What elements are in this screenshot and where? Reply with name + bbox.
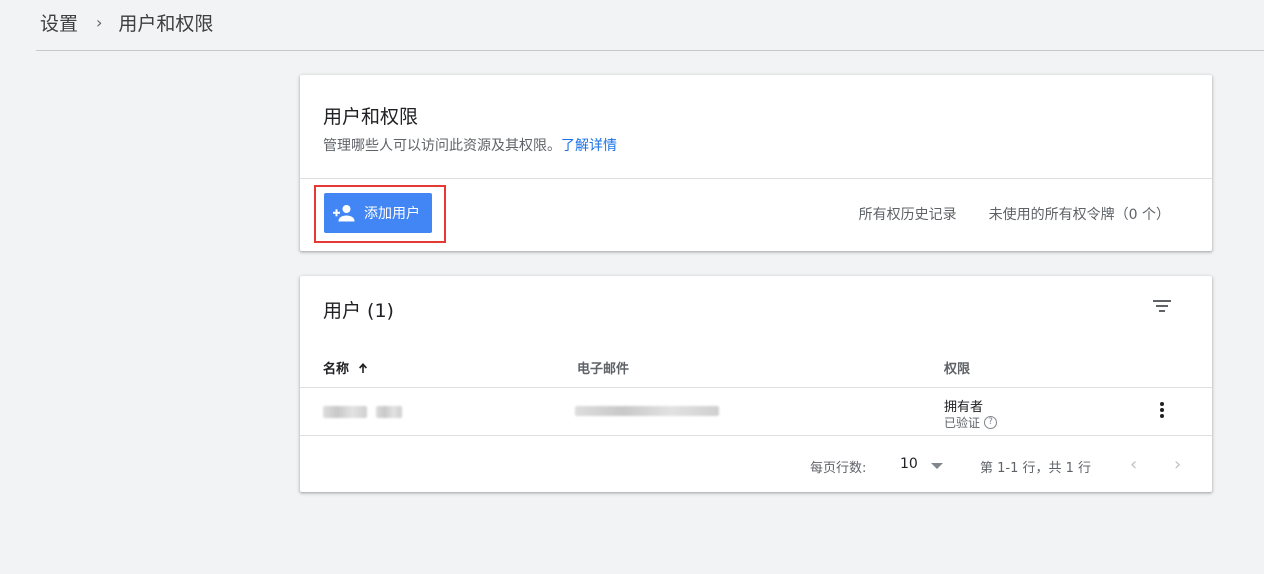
filter-icon[interactable] — [1150, 294, 1174, 318]
column-header-permission[interactable]: 权限 — [944, 358, 970, 377]
permission-status: 已验证 ? — [944, 414, 998, 431]
card-title: 用户和权限 — [323, 106, 419, 128]
add-user-label: 添加用户 — [364, 206, 420, 222]
page-range: 第 1-1 行，共 1 行 — [980, 461, 1092, 476]
chevron-left-icon[interactable]: ‹ — [1130, 454, 1137, 475]
breadcrumb-divider — [36, 50, 1264, 51]
redacted-name-part — [376, 406, 402, 418]
rows-per-page-label: 每页行数: — [810, 461, 867, 476]
permission-status-label: 已验证 — [944, 416, 981, 430]
dropdown-arrow-icon[interactable] — [931, 463, 943, 469]
chevron-right-icon[interactable]: › — [1174, 454, 1181, 475]
header-divider — [300, 387, 1212, 388]
pagination: 每页行数: 10 第 1-1 行，共 1 行 ‹ › — [300, 454, 1212, 476]
person-add-icon — [333, 205, 355, 222]
ownership-history-link[interactable]: 所有权历史记录 — [859, 204, 957, 224]
card-links: 所有权历史记录 未使用的所有权令牌（0 个） — [827, 204, 1170, 224]
users-card: 用户 (1) 名称 电子邮件 权限 拥有者 已验证 ? 每页行数: 10 第 1… — [300, 276, 1212, 492]
permission-role: 拥有者 — [944, 400, 984, 415]
column-header-name[interactable]: 名称 — [323, 358, 369, 377]
more-vert-icon[interactable] — [1150, 398, 1174, 422]
row-divider — [300, 435, 1212, 436]
redacted-email — [575, 406, 719, 416]
column-name-label: 名称 — [323, 362, 350, 377]
access-card: 用户和权限 管理哪些人可以访问此资源及其权限。了解详情 添加用户 所有权历史记录… — [300, 75, 1212, 251]
breadcrumb-current: 用户和权限 — [118, 12, 214, 35]
breadcrumb: 设置 › 用户和权限 — [40, 0, 213, 44]
users-title: 用户 (1) — [323, 300, 394, 322]
card-divider — [300, 178, 1212, 179]
column-header-email[interactable]: 电子邮件 — [577, 358, 629, 377]
card-description: 管理哪些人可以访问此资源及其权限。了解详情 — [323, 135, 617, 155]
redacted-name — [323, 406, 367, 418]
learn-more-link[interactable]: 了解详情 — [561, 138, 617, 154]
arrow-up-icon — [359, 362, 368, 373]
settings-page: 设置 › 用户和权限 用户和权限 管理哪些人可以访问此资源及其权限。了解详情 添… — [0, 0, 1264, 574]
breadcrumb-root[interactable]: 设置 — [40, 9, 78, 36]
chevron-right-icon: › — [96, 12, 103, 32]
unused-tokens-link[interactable]: 未使用的所有权令牌（0 个） — [989, 204, 1170, 224]
description-text: 管理哪些人可以访问此资源及其权限。 — [323, 138, 561, 154]
rows-per-page-select[interactable]: 10 — [900, 456, 918, 472]
help-circle-icon[interactable]: ? — [984, 416, 998, 429]
add-user-button[interactable]: 添加用户 — [324, 193, 432, 233]
